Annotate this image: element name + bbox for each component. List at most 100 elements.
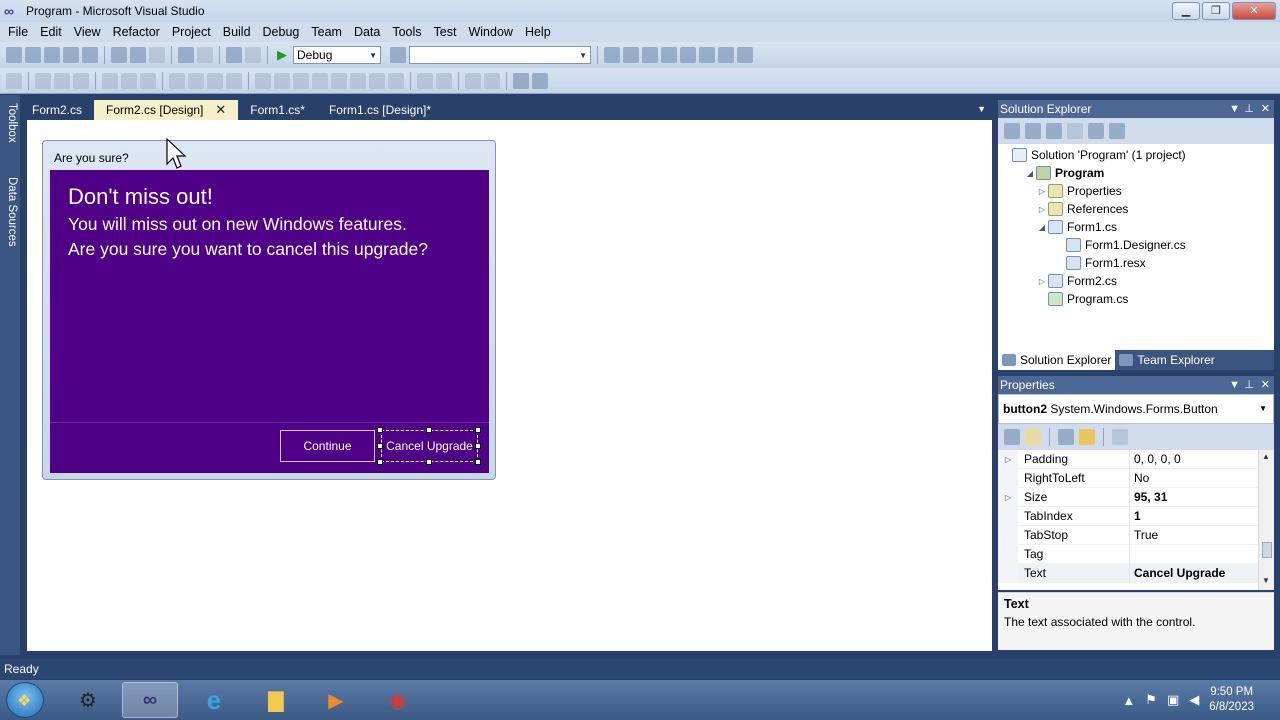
bring-to-front-icon[interactable] xyxy=(465,72,481,89)
tools-icon[interactable] xyxy=(680,47,696,63)
property-value[interactable]: 95, 31 xyxy=(1134,490,1167,504)
navigate-forward-icon[interactable] xyxy=(245,47,261,63)
resize-handle[interactable] xyxy=(426,427,432,433)
redo-icon[interactable] xyxy=(197,47,213,63)
property-grid-scrollbar[interactable]: ▲ ▼ xyxy=(1258,450,1274,590)
expanded-arrow-icon[interactable]: ◢ xyxy=(1036,223,1048,232)
center-horizontally-icon[interactable] xyxy=(417,72,433,89)
cut-icon[interactable] xyxy=(111,47,127,63)
align-centers-icon[interactable] xyxy=(54,72,70,89)
resize-handle[interactable] xyxy=(377,427,383,433)
view-code-icon[interactable] xyxy=(1067,123,1083,139)
decrease-h-spacing-icon[interactable] xyxy=(293,72,309,89)
menu-debug[interactable]: Debug xyxy=(257,22,306,42)
view-designer-icon[interactable] xyxy=(1088,123,1104,139)
align-middles-icon[interactable] xyxy=(121,72,137,89)
collapsed-arrow-icon[interactable]: ▷ xyxy=(1036,205,1048,214)
align-bottoms-icon[interactable] xyxy=(140,72,156,89)
property-row-text[interactable]: Text Cancel Upgrade xyxy=(998,564,1258,583)
taskbar-app-media-player[interactable]: ▶ xyxy=(308,682,364,718)
toolbox-icon[interactable] xyxy=(661,47,677,63)
scroll-down-icon[interactable]: ▼ xyxy=(1262,576,1270,585)
menu-file[interactable]: File xyxy=(2,22,34,42)
increase-v-spacing-icon[interactable] xyxy=(350,72,366,89)
class-diagram-icon[interactable] xyxy=(1109,123,1125,139)
toolbox-tab[interactable]: Toolbox xyxy=(2,103,18,143)
tree-node-program-cs[interactable]: Program.cs xyxy=(1048,292,1128,306)
property-row-tabindex[interactable]: TabIndex 1 xyxy=(998,507,1258,526)
continue-button[interactable]: Continue xyxy=(280,430,375,462)
tree-node-program[interactable]: ◢ Program xyxy=(1024,166,1104,180)
extension-manager-icon[interactable] xyxy=(718,47,734,63)
taskbar-app-explorer[interactable]: ▇ xyxy=(248,682,304,718)
align-tops-icon[interactable] xyxy=(102,72,118,89)
tab-form2-design[interactable]: Form2.cs [Design] ✕ xyxy=(94,100,239,120)
save-all-icon[interactable] xyxy=(82,47,98,63)
property-row-size[interactable]: ▷ Size 95, 31 xyxy=(998,488,1258,507)
close-icon[interactable]: ✕ xyxy=(1261,376,1270,394)
properties-icon[interactable] xyxy=(1004,123,1020,139)
make-same-height-icon[interactable] xyxy=(207,72,223,89)
tree-node-form1[interactable]: ◢ Form1.cs xyxy=(1024,220,1117,234)
paste-icon[interactable] xyxy=(149,47,165,63)
decrease-v-spacing-icon[interactable] xyxy=(369,72,385,89)
expanded-arrow-icon[interactable]: ◢ xyxy=(1024,169,1036,178)
start-button[interactable]: ❖ xyxy=(6,682,44,718)
network-icon[interactable]: ▣ xyxy=(1167,692,1179,708)
tab-form1-design[interactable]: Form1.cs [Design]* xyxy=(317,100,443,120)
scroll-thumb[interactable] xyxy=(1262,542,1272,558)
close-button[interactable]: ✕ xyxy=(1232,2,1276,20)
menu-window[interactable]: Window xyxy=(462,22,518,42)
add-item-icon[interactable] xyxy=(25,47,41,63)
designer-surface[interactable]: Are you sure? Don't miss out! You will m… xyxy=(27,120,992,651)
categorized-icon[interactable] xyxy=(1004,429,1020,445)
resize-handle[interactable] xyxy=(475,443,481,449)
undo-icon[interactable] xyxy=(178,47,194,63)
taskbar-app-chrome[interactable]: ◉ xyxy=(370,682,426,718)
tree-node-form2[interactable]: ▷ Form2.cs xyxy=(1024,274,1117,288)
tree-node-form1-designer[interactable]: Form1.Designer.cs xyxy=(1066,238,1186,252)
action-center-flag-icon[interactable]: ⚑ xyxy=(1145,692,1157,708)
align-to-grid-icon[interactable] xyxy=(6,72,22,89)
align-lefts-icon[interactable] xyxy=(35,72,51,89)
volume-muted-icon[interactable]: ◀ xyxy=(1189,692,1199,708)
menu-build[interactable]: Build xyxy=(217,22,257,42)
property-row-tag[interactable]: Tag xyxy=(998,545,1258,564)
copy-icon[interactable] xyxy=(130,47,146,63)
find-in-files-icon[interactable] xyxy=(390,47,406,63)
scroll-up-icon[interactable]: ▲ xyxy=(1262,452,1270,461)
menu-test[interactable]: Test xyxy=(428,22,463,42)
start-debugging-icon[interactable]: ▶ xyxy=(274,47,290,63)
resize-handle[interactable] xyxy=(475,427,481,433)
size-to-grid-icon[interactable] xyxy=(188,72,204,89)
align-rights-icon[interactable] xyxy=(73,72,89,89)
property-row-tabstop[interactable]: TabStop True xyxy=(998,526,1258,545)
property-value[interactable]: 1 xyxy=(1134,509,1141,523)
remove-v-spacing-icon[interactable] xyxy=(388,72,404,89)
close-tab-icon[interactable]: ✕ xyxy=(215,100,226,120)
data-sources-tab[interactable]: Data Sources xyxy=(2,177,18,247)
show-hidden-icons-icon[interactable]: ▲ xyxy=(1122,693,1135,708)
menu-view[interactable]: View xyxy=(68,22,107,42)
tab-list-dropdown-icon[interactable]: ▼ xyxy=(977,104,986,114)
clock[interactable]: 9:50 PM 6/8/2023 xyxy=(1209,685,1254,715)
tab-order-icon[interactable] xyxy=(513,72,529,89)
events-lightning-icon[interactable] xyxy=(1079,429,1095,445)
tree-node-references[interactable]: ▷ References xyxy=(1024,202,1128,216)
restore-button[interactable]: ❐ xyxy=(1202,2,1230,20)
taskbar-app-visual-studio[interactable]: ∞ xyxy=(122,682,178,718)
lock-controls-icon[interactable] xyxy=(532,72,548,89)
collapsed-arrow-icon[interactable]: ▷ xyxy=(1036,187,1048,196)
send-to-back-icon[interactable] xyxy=(484,72,500,89)
property-row-righttoleft[interactable]: RightToLeft No xyxy=(998,469,1258,488)
collapsed-arrow-icon[interactable]: ▷ xyxy=(1036,277,1048,286)
object-browser-icon[interactable] xyxy=(642,47,658,63)
navigate-back-icon[interactable] xyxy=(226,47,242,63)
find-combo[interactable]: ▼ xyxy=(409,46,591,64)
make-same-width-icon[interactable] xyxy=(169,72,185,89)
properties-icon[interactable] xyxy=(623,47,639,63)
menu-edit[interactable]: Edit xyxy=(34,22,68,42)
object-selector[interactable]: button2 System.Windows.Forms.Button ▼ xyxy=(998,394,1274,424)
menu-project[interactable]: Project xyxy=(166,22,217,42)
property-value[interactable]: No xyxy=(1134,471,1149,485)
